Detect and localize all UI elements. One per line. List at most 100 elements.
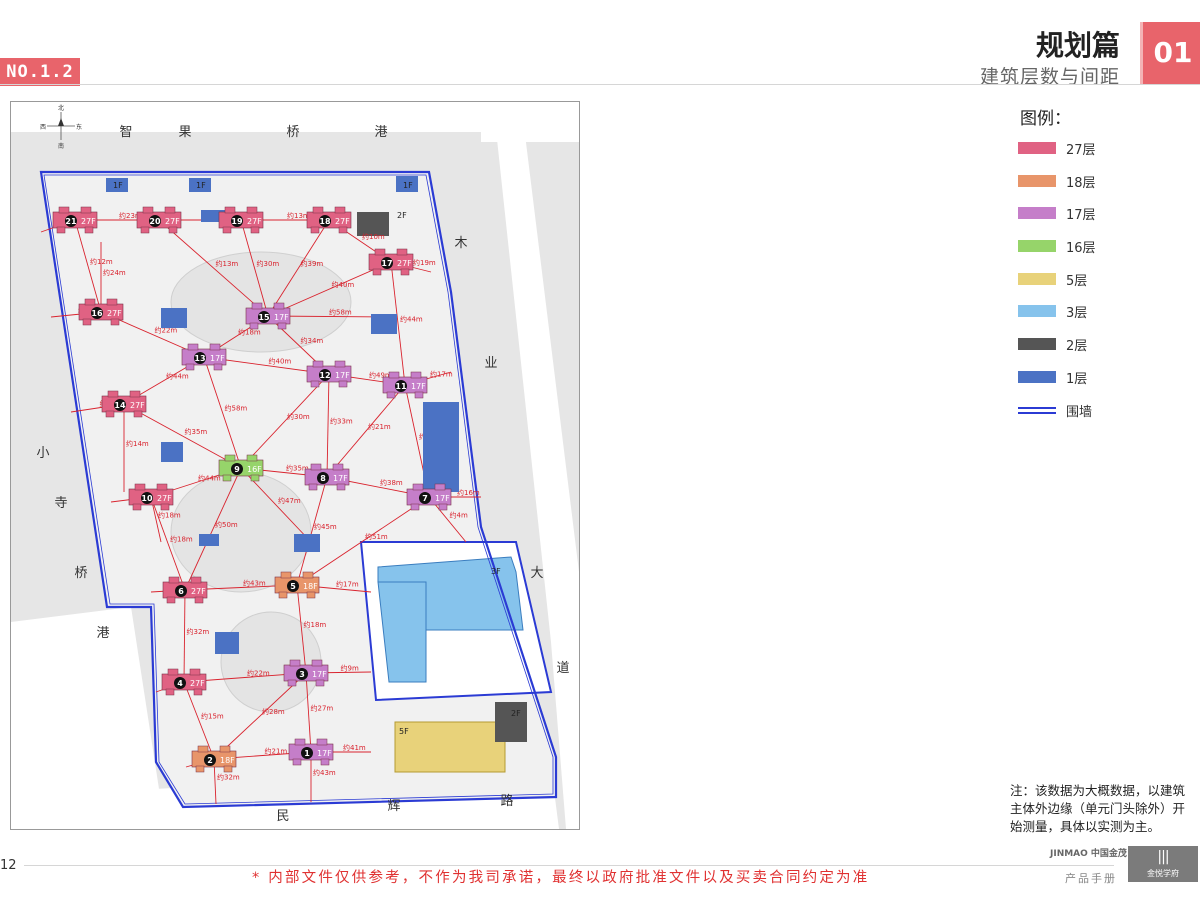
building-1f [215,632,239,654]
section-number: 01 [1140,22,1200,84]
site-plan-map: 约23m约18m约13m约10m约12m约22m约18m约13m约30m约39m… [10,101,580,830]
building-floors: 27F [190,679,205,688]
disclaimer-text: * 内部文件仅供参考，不作为我司承诺，最终以政府批准文件以及买卖合同约定为准 [252,870,870,886]
legend-label: 18层 [1066,175,1096,191]
distance-label: 约44m [400,315,423,324]
compass-letter: 北 [58,104,64,112]
road-label-east: 木 [454,236,467,251]
building-floors: 17F [335,371,350,380]
road-label-north: 智 [119,125,132,140]
site-plan-svg: 约23m约18m约13m约10m约12m约22m约18m约13m约30m约39m… [11,102,579,829]
building-number: 9 [234,465,240,474]
distance-label: 约40m [269,357,292,366]
building-floors: 17F [317,749,332,758]
building-floors: 27F [107,309,122,318]
building-floors: 27F [130,401,145,410]
distance-label: 约38m [380,478,403,487]
legend-label: 27层 [1066,142,1096,158]
building-number: 10 [141,494,153,503]
distance-label: 约18m [158,511,181,520]
distance-label: 约4m [450,511,468,520]
legend-label: 1层 [1066,371,1088,387]
distance-label: 约27m [311,704,334,713]
building-number: 2 [207,756,213,765]
building-number: 13 [194,354,205,363]
building-floors: 27F [157,494,172,503]
legend-swatch [1018,338,1056,350]
distance-label: 约43m [313,768,336,777]
manual-label: 产品手册 [1065,872,1117,885]
building-floors: 17F [274,313,289,322]
distance-label: 约12m [90,257,113,266]
building-floors: 27F [335,217,350,226]
logo-text: 金悦学府 [1147,869,1179,878]
distance-label: 约17m [430,370,453,379]
legend-swatch [1018,305,1056,317]
wall-swatch [1018,406,1056,414]
legend-title: 图例： [1020,109,1071,129]
legend-label: 16层 [1066,240,1096,256]
legend-item-wall: 围墙 [1018,400,1092,420]
distance-label: 约40m [332,280,355,289]
building-floors: 27F [81,217,96,226]
legend-swatch [1018,371,1056,383]
distance-label: 约10m [362,232,385,241]
building-number: 18 [319,217,331,226]
building-1f [371,314,397,334]
distance-label: 约58m [329,308,352,317]
legend-swatch [1018,142,1056,154]
distance-label: 约34m [301,336,324,345]
compass-letter: 南 [58,142,64,150]
floor-tag: 3F [491,567,501,576]
distance-label: 约45m [314,522,337,531]
distance-label: 约47m [278,496,301,505]
road-label-west: 小 [36,446,49,461]
legend-swatch [1018,273,1056,285]
compass-letter: 东 [76,123,82,131]
legend-item: 27层 [1018,138,1096,158]
road-label-south: 民 [276,809,289,824]
distance-label: 约32m [187,627,210,636]
distance-label: 约50m [215,520,238,529]
page-number: 12 [0,858,17,873]
distance-label: 约21m [368,422,391,431]
building-floors: 27F [247,217,262,226]
legend-item: 18层 [1018,171,1096,191]
building-number: 21 [65,217,77,226]
distance-label: 约18m [304,620,327,629]
road-label-north: 港 [374,125,387,140]
building-number: 7 [422,494,428,503]
road-label-west: 港 [96,626,109,641]
distance-label: 约15m [201,712,224,721]
distance-label: 约9m [341,664,359,673]
building-2f-south [495,702,527,742]
floor-tag: 1F [113,181,123,190]
building-1f [161,308,187,328]
road-label-south: 辉 [387,799,400,814]
brand-logo-text: JINMAO 中国金茂 [1050,849,1127,859]
building-number: 8 [320,474,326,483]
building-1f [161,442,183,462]
road-label-east: 大 [530,566,543,581]
building-floors: 17F [333,474,348,483]
building-floors: 27F [397,259,412,268]
building-floors: 17F [411,382,426,391]
road-label-west: 桥 [74,566,87,581]
legend-swatch [1018,240,1056,252]
distance-label: 约58m [225,404,248,413]
building-number: 15 [258,313,270,322]
distance-label: 约13m [216,259,239,268]
legend-item: 2层 [1018,334,1087,354]
legend-label: 17层 [1066,207,1096,223]
distance-label: 约30m [287,412,310,421]
building-number: 20 [149,217,161,226]
floor-tag: 2F [511,709,521,718]
building-floors: 17F [210,354,225,363]
distance-label: 约24m [103,268,126,277]
distance-label: 约28m [262,707,285,716]
legend-item: 17层 [1018,203,1096,223]
legend-swatch [1018,207,1056,219]
building-floors: 27F [191,587,206,596]
distance-label: 约35m [185,427,208,436]
section-title: 规划篇 [1035,29,1120,62]
